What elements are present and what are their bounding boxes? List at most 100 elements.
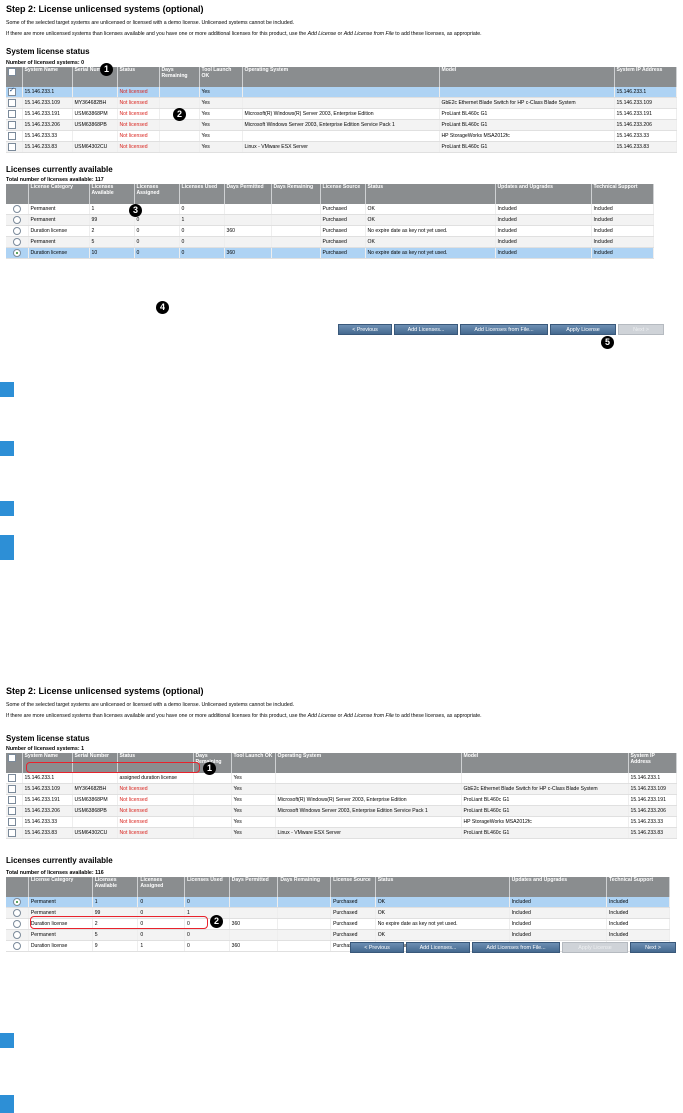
license-radio[interactable] [12, 909, 21, 917]
add-licenses-from-file-button[interactable]: Add Licenses from File... [472, 942, 560, 953]
table-row[interactable]: Permanent 99 0 1 Purchased OK Included Included [6, 214, 654, 226]
table-row[interactable]: Permanent100PurchasedOKIncludedIncluded [6, 897, 670, 908]
row-select-cell[interactable] [6, 87, 23, 98]
system-checkbox[interactable] [8, 87, 16, 96]
table-row[interactable]: 15.146.233.206 USM63868PB Not licensed Yes M… [6, 119, 677, 131]
add-licenses-button[interactable]: Add Licenses... [406, 942, 470, 953]
select-all-header[interactable] [6, 67, 23, 87]
row-select-cell[interactable] [6, 907, 29, 919]
row-select-cell[interactable] [6, 929, 29, 941]
panel-before: Step 2: License unlicensed systems (opti… [6, 4, 677, 349]
row-select-cell[interactable] [6, 918, 29, 930]
license-radio[interactable] [12, 920, 21, 928]
license-column-header: License Category [28, 877, 93, 897]
system-os-cell [242, 130, 440, 142]
system-checkbox[interactable] [8, 774, 16, 782]
table-row[interactable]: 15.146.233.191 USM63868PM Not licensed Yes M… [6, 108, 677, 120]
table-row[interactable]: 15.146.233.33 Not licensed Yes HP StorageWo… [6, 130, 677, 142]
license-source-cell: Purchased [320, 225, 366, 237]
system-checkbox[interactable] [8, 829, 16, 837]
select-all-checkbox[interactable] [8, 754, 16, 762]
table-row[interactable]: 15.146.233.191 USM63868PM Not licensed Yes M… [6, 794, 677, 806]
row-select-cell[interactable] [6, 97, 23, 109]
system-days-cell [159, 130, 200, 142]
row-select-cell[interactable] [6, 204, 29, 215]
system-checkbox[interactable] [8, 99, 16, 107]
license-radio[interactable] [12, 898, 21, 906]
system-name-cell: 15.146.233.191 [22, 108, 73, 120]
license-radio[interactable] [12, 942, 21, 950]
row-select-cell[interactable] [6, 225, 29, 237]
system-name-cell: 15.146.233.33 [22, 816, 73, 828]
select-all-checkbox[interactable] [8, 68, 16, 76]
previous-button[interactable]: < Previous [338, 324, 392, 335]
license-radio[interactable] [12, 227, 21, 235]
row-select-cell[interactable] [6, 827, 23, 839]
row-select-cell[interactable] [6, 247, 29, 259]
license-avail-cell: 9 [92, 940, 139, 952]
row-select-cell[interactable] [6, 805, 23, 817]
license-column-header: License Source [330, 877, 376, 897]
system-checkbox[interactable] [8, 796, 16, 804]
table-row[interactable]: Permanent 5 0 0 Purchased OK Included Included [6, 929, 670, 941]
license-radio[interactable] [12, 931, 21, 939]
table-row[interactable]: Permanent100PurchasedOKIncludedIncluded [6, 204, 654, 215]
system-column-header: Model [439, 67, 615, 87]
system-ip-cell: 15.146.233.1 [614, 87, 677, 98]
table-row[interactable]: 15.146.233.33 Not licensed Yes HP StorageWo… [6, 816, 677, 828]
system-checkbox[interactable] [8, 818, 16, 826]
row-select-cell[interactable] [6, 783, 23, 795]
system-checkbox[interactable] [8, 121, 16, 129]
table-row[interactable]: 15.146.233.206 USM63868PB Not licensed Yes M… [6, 805, 677, 817]
add-licenses-from-file-button[interactable]: Add Licenses from File... [460, 324, 548, 335]
license-radio[interactable] [12, 249, 21, 257]
table-row[interactable]: 15.146.233.83 USM64302CU Not licensed Yes Li… [6, 827, 677, 839]
row-select-cell[interactable] [6, 816, 23, 828]
table-row[interactable]: Permanent 5 0 0 Purchased OK Included Included [6, 236, 654, 248]
license-radio[interactable] [12, 238, 21, 246]
row-select-cell[interactable] [6, 214, 29, 226]
row-select-cell[interactable] [6, 794, 23, 806]
next-button[interactable]: Next > [630, 942, 676, 953]
system-checkbox[interactable] [8, 807, 16, 815]
system-os-cell [275, 783, 462, 795]
add-licenses-button[interactable]: Add Licenses... [394, 324, 458, 335]
select-all-header[interactable] [6, 753, 23, 773]
apply-license-button[interactable]: Apply License [562, 942, 628, 953]
row-select-cell[interactable] [6, 773, 23, 784]
table-row[interactable]: 15.146.233.109 MY364682BH Not licensed Yes G… [6, 783, 677, 795]
system-checkbox[interactable] [8, 785, 16, 793]
system-model-cell: ProLiant BL460c G1 [461, 805, 629, 817]
row-select-cell[interactable] [6, 236, 29, 248]
highlight-assigned-row [26, 762, 200, 773]
table-row[interactable]: Duration license 10 0 0 360 Purchased No expir… [6, 247, 654, 259]
license-permitted-cell: 360 [229, 918, 279, 930]
license-status-cell: OK [365, 204, 496, 215]
license-radio[interactable] [12, 205, 21, 213]
table-row[interactable]: 15.146.233.109 MY364682BH Not licensed Yes G… [6, 97, 677, 109]
row-select-cell[interactable] [6, 141, 23, 153]
table-row[interactable]: 15.146.233.1 Not licensed Yes 15.146.233.1 [6, 87, 677, 98]
system-checkbox[interactable] [8, 143, 16, 151]
system-name-cell: 15.146.233.83 [22, 141, 73, 153]
row-select-cell[interactable] [6, 897, 29, 908]
table-row[interactable]: 15.146.233.83 USM64302CU Not licensed Yes Li… [6, 141, 677, 153]
licenses-available-title: Licenses currently available [6, 856, 113, 865]
row-select-cell[interactable] [6, 108, 23, 120]
system-name-cell: 15.146.233.109 [22, 783, 73, 795]
license-source-cell: Purchased [320, 236, 366, 248]
row-select-cell[interactable] [6, 119, 23, 131]
system-checkbox[interactable] [8, 110, 16, 118]
system-ip-cell: 15.146.233.191 [614, 108, 677, 120]
previous-button[interactable]: < Previous [350, 942, 404, 953]
next-button[interactable]: Next > [618, 324, 664, 335]
license-radio[interactable] [12, 216, 21, 224]
apply-license-button[interactable]: Apply License [550, 324, 616, 335]
row-select-cell[interactable] [6, 130, 23, 142]
table-row[interactable]: 15.146.233.1 assigned duration license Yes… [6, 773, 677, 784]
license-column-header: Status [375, 877, 510, 897]
system-model-cell: ProLiant BL460c G1 [439, 108, 615, 120]
table-row[interactable]: Duration license 2 0 0 360 Purchased No expire… [6, 225, 654, 237]
row-select-cell[interactable] [6, 940, 29, 952]
system-checkbox[interactable] [8, 132, 16, 140]
